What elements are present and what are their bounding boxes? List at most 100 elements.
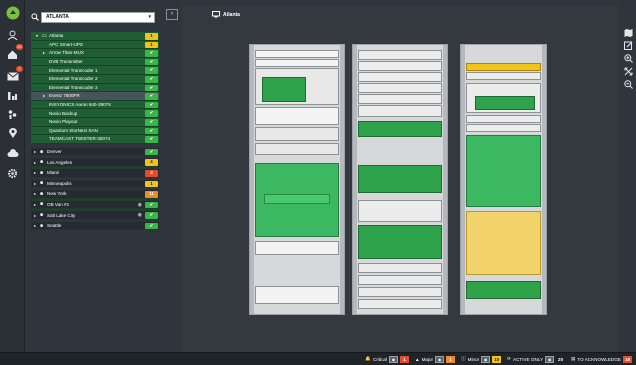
critical-label: Critical <box>372 356 388 362</box>
rack-left[interactable] <box>249 44 345 315</box>
acknowledge-filter[interactable]: ▤ TO ACKNOWLEDGE 18 <box>571 355 632 363</box>
rack-device[interactable] <box>358 200 442 222</box>
tree-item[interactable]: ▸ Arrow Titan-MUX ✔ <box>31 49 159 58</box>
rack-device[interactable] <box>255 59 339 67</box>
tree-item[interactable]: Elemental Transcoder 2 ✔ <box>31 74 159 84</box>
tree-group[interactable]: ▸ ■ Miami 3 <box>31 168 159 178</box>
rack-device[interactable] <box>358 165 442 193</box>
tree-item[interactable]: INSYONICS Aaron 640-38076 ✔ <box>31 100 159 110</box>
critical-filter[interactable]: 🔔 Critical ◉ 1 <box>365 355 410 363</box>
rack-middle[interactable] <box>352 44 448 315</box>
rack-device[interactable] <box>358 287 442 297</box>
tree-group[interactable]: ▸ ■ OB Van #1 ◉ ✔ <box>31 200 159 210</box>
rack-device[interactable] <box>255 163 339 237</box>
status-badge: 1 <box>145 33 158 40</box>
tree-item-label: Evertz 7800FR <box>49 93 80 99</box>
status-badge: 1 <box>145 180 158 188</box>
tree-group-label: Salt Lake City <box>47 212 76 218</box>
tree-item-label: APC Smart-UPS <box>49 41 83 47</box>
eye-icon[interactable]: ◉ <box>545 355 555 363</box>
zoom-in-icon[interactable] <box>622 53 634 64</box>
tree-item[interactable]: Nexio Backup ✔ <box>31 109 159 118</box>
tree-item[interactable]: Elemental Transcoder 3 ✔ <box>31 83 159 93</box>
rack-device[interactable] <box>358 275 442 285</box>
gear-icon[interactable] <box>3 165 22 181</box>
cloud-icon[interactable] <box>3 145 22 161</box>
search-bar: ATLANTA ▾ <box>31 12 159 23</box>
tree-item[interactable]: Nexio Playout ✔ <box>31 117 159 127</box>
rack-device[interactable] <box>358 225 442 259</box>
map-icon[interactable] <box>622 27 634 38</box>
tree-item[interactable]: Quantum StorNext SAN ✔ <box>31 126 159 136</box>
rack-device[interactable] <box>466 211 541 275</box>
tree-group-label: OB Van #1 <box>47 201 70 207</box>
edit-icon[interactable] <box>622 40 634 51</box>
logo-icon[interactable] <box>3 5 22 21</box>
fit-screen-icon[interactable] <box>622 66 634 77</box>
rack-device[interactable] <box>466 135 541 207</box>
rack-device[interactable] <box>358 121 442 137</box>
status-badge: ✔ <box>145 50 158 57</box>
major-filter[interactable]: ▲ Major ◉ 1 <box>415 355 456 363</box>
rack-device[interactable] <box>255 286 339 304</box>
eye-icon[interactable]: ◉ <box>138 202 142 208</box>
tree-item-label: Elemental Transcoder 2 <box>49 76 98 82</box>
eye-icon[interactable]: ◉ <box>138 212 142 218</box>
rack-right[interactable] <box>460 44 547 315</box>
bar-chart-icon[interactable] <box>3 87 22 103</box>
rack-device[interactable] <box>466 124 541 132</box>
tree-root-item[interactable]: ▾ ▭ Atlanta 1 <box>31 32 159 41</box>
eye-icon[interactable]: ◉ <box>481 355 491 363</box>
tree-item[interactable]: ▸ Evertz 7800FR ✔ <box>31 92 159 101</box>
rack-device[interactable] <box>255 241 339 255</box>
eye-icon[interactable]: ◉ <box>389 355 399 363</box>
tree-item-label: Elemental Transcoder 1 <box>49 67 98 73</box>
status-badge: ✔ <box>145 222 158 230</box>
rack-device[interactable] <box>358 83 442 93</box>
site-tree-panel: ATLANTA ▾ ▾ ▭ Atlanta 1 APC Smart-UPS 1 ▸ A… <box>26 6 164 352</box>
rack-device[interactable] <box>466 63 541 71</box>
eye-icon[interactable]: ◉ <box>435 355 445 363</box>
rack-device[interactable] <box>358 94 442 104</box>
tree-group[interactable]: ▸ ■ Minneapolis 1 <box>31 179 159 189</box>
user-icon[interactable] <box>3 27 22 43</box>
home-alarm-icon[interactable]: 20 <box>3 44 23 62</box>
collapse-panel-button[interactable]: ‹ <box>166 9 178 20</box>
monitor-icon: ■ <box>40 159 44 166</box>
rack-device[interactable] <box>466 83 541 113</box>
rack-device[interactable] <box>358 50 442 60</box>
status-bar: 🔔 Critical ◉ 1 ▲ Major ◉ 1 ⓘ Minor ◉ 10 … <box>0 352 636 365</box>
location-pin-icon[interactable] <box>3 125 22 141</box>
rack-device[interactable] <box>255 107 339 125</box>
minor-filter[interactable]: ⓘ Minor ◉ 10 <box>461 355 502 363</box>
tree-item[interactable]: APC Smart-UPS 1 <box>31 40 159 50</box>
rack-device[interactable] <box>466 281 541 299</box>
zoom-out-icon[interactable] <box>622 79 634 90</box>
tree-group[interactable]: ▸ ■ New York 11 <box>31 190 159 199</box>
tree-item[interactable]: Elemental Transcoder 1 ✔ <box>31 66 159 75</box>
tree-item[interactable]: DVB Transmitter ✔ <box>31 57 159 67</box>
rack-device[interactable] <box>466 72 541 80</box>
status-badge: ✔ <box>145 201 158 209</box>
tree-group[interactable]: ▸ ■ Los Angeles 4 <box>31 158 159 167</box>
tree-group[interactable]: ▸ ■ Salt Lake City ◉ ✔ <box>31 211 159 220</box>
tree-group[interactable]: ▸ ■ Seattle ✔ <box>31 221 159 231</box>
rack-device[interactable] <box>358 263 442 273</box>
rack-device[interactable] <box>358 105 442 117</box>
rack-device[interactable] <box>255 127 339 141</box>
rack-device[interactable] <box>358 72 442 82</box>
rack-device[interactable] <box>255 50 339 58</box>
rack-device[interactable] <box>255 68 339 105</box>
chevron-down-icon[interactable]: ▾ <box>148 13 151 22</box>
mail-icon[interactable]: 2 <box>3 66 23 84</box>
rack-device[interactable] <box>466 115 541 123</box>
tree-item[interactable]: TEAMCAST TWISTER-30074 ✔ <box>31 135 159 144</box>
people-icon[interactable] <box>3 106 22 122</box>
tree-group[interactable]: ▸ ■ Denver ✔ <box>31 147 159 157</box>
rack-device[interactable] <box>358 61 442 71</box>
rack-device[interactable] <box>358 299 442 309</box>
search-icon[interactable] <box>31 13 39 23</box>
active-only-filter[interactable]: ⟳ ACTIVE ONLY ◉ 20 <box>507 355 565 363</box>
search-input[interactable]: ATLANTA ▾ <box>41 12 155 23</box>
rack-device[interactable] <box>255 143 339 155</box>
